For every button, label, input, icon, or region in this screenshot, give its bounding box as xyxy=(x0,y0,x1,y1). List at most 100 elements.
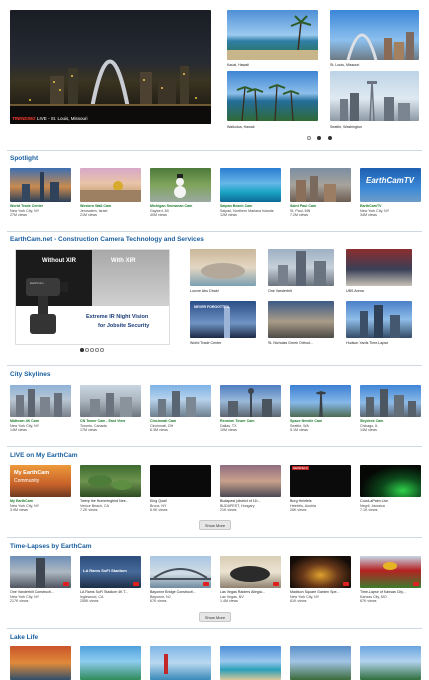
spotlight-thumb[interactable]: EarthCamTV xyxy=(360,168,421,202)
spotlight-thumb[interactable] xyxy=(80,168,141,202)
live-thumb[interactable]: My EarthCam Community xyxy=(10,465,71,497)
heinfels-label: HEINFELS xyxy=(292,466,309,470)
construction-label: St. Nicholas Greek Orthod... xyxy=(268,341,313,345)
promo-dot[interactable] xyxy=(95,348,99,352)
hero-thumb-label: St. Louis, Missouri xyxy=(330,63,360,67)
lake-thumb[interactable] xyxy=(80,646,141,680)
timelapse-caption: One Vanderbilt Constructi... New York Cit… xyxy=(10,590,54,604)
section-title[interactable]: Time-Lapses by EarthCam xyxy=(10,543,92,550)
construction-label: One Vanderbilt xyxy=(268,289,292,293)
dome-graphic xyxy=(201,263,245,279)
skyline-caption: Midtown 4K Cam New York City, NY 14M views xyxy=(10,419,40,433)
skyline-caption: Space Needle Cam Seattle, WA 5.1M views xyxy=(290,419,323,433)
construction-thumb[interactable] xyxy=(190,249,256,286)
carousel-dot[interactable] xyxy=(328,136,332,140)
spotlight-thumb[interactable] xyxy=(10,168,71,202)
promo-line1: Extreme IR Night Vision xyxy=(86,314,149,320)
skyline-thumb[interactable] xyxy=(220,385,281,417)
hero-thumb-waikoloa[interactable] xyxy=(227,71,318,121)
lake-thumb[interactable] xyxy=(10,646,71,680)
construction-thumb[interactable] xyxy=(346,301,412,338)
skyline-thumb[interactable] xyxy=(290,385,351,417)
timelapse-thumb[interactable] xyxy=(10,556,71,588)
xir-promo-banner[interactable]: Without XIR With XIR EarthCam Extreme IR… xyxy=(15,249,170,345)
construction-thumb[interactable] xyxy=(268,301,334,338)
spotlight-thumb[interactable] xyxy=(150,168,211,202)
hero-thumb-label: Kauai, Hawaii xyxy=(227,63,249,67)
community-text: Community xyxy=(14,478,40,484)
chiefs-logo-graphic xyxy=(383,562,397,570)
live-thumb[interactable] xyxy=(220,465,281,497)
timelapse-thumb[interactable] xyxy=(150,556,211,588)
skyline-thumb[interactable] xyxy=(150,385,211,417)
bridge-graphic xyxy=(150,568,211,580)
live-caption: Burg Heinfels Heinfels, Austria 26K views xyxy=(290,499,316,513)
skyline-thumb[interactable] xyxy=(360,385,421,417)
construction-thumb[interactable] xyxy=(346,249,412,286)
youtube-icon xyxy=(133,582,139,586)
hero-thumb-stlouis[interactable] xyxy=(330,10,419,60)
youtube-icon xyxy=(343,582,349,586)
hero-video[interactable]: TRENDING LIVE - St. Louis, Missouri xyxy=(10,10,211,124)
hero-thumb-seattle[interactable] xyxy=(330,71,419,121)
skyline-thumb[interactable] xyxy=(10,385,71,417)
section-title[interactable]: Spotlight xyxy=(10,155,38,162)
skyline-thumb[interactable] xyxy=(80,385,141,417)
hero-thumb-kauai[interactable] xyxy=(227,10,318,60)
palm-scene xyxy=(227,15,318,60)
page: TRENDING LIVE - St. Louis, Missouri Kaua… xyxy=(0,0,429,680)
live-thumb[interactable]: HEINFELS xyxy=(290,465,351,497)
show-more-button[interactable]: Show More xyxy=(199,520,231,530)
section-title[interactable]: City Skylines xyxy=(10,371,50,378)
live-caption: My EarthCam New York City, NY 3.9M views xyxy=(10,499,40,513)
youtube-icon xyxy=(273,582,279,586)
spotlight-caption: Saipan Beach Cam Saipan, Northern Mariana… xyxy=(220,204,274,218)
divider xyxy=(7,446,422,447)
section-title[interactable]: LIVE on My EarthCam xyxy=(10,452,78,459)
promo-dot[interactable] xyxy=(90,348,94,352)
hero-thumb-label: Seattle, Washington xyxy=(330,125,363,129)
show-more-button[interactable]: Show More xyxy=(199,612,231,622)
tower-graphic xyxy=(278,251,326,286)
timelapse-thumb[interactable]: LA Rams SoFi Stadium xyxy=(80,556,141,588)
live-thumb[interactable] xyxy=(150,465,211,497)
lake-thumb[interactable] xyxy=(150,646,211,680)
lake-thumb[interactable] xyxy=(220,646,281,680)
promo-dot[interactable] xyxy=(85,348,89,352)
live-thumb[interactable] xyxy=(360,465,421,497)
trending-badge: TRENDING xyxy=(12,116,36,121)
timelapse-caption: Time-Lapse of Kansas City... Kansas City,… xyxy=(360,590,406,604)
carousel-dot[interactable] xyxy=(307,136,311,140)
never-forgotten-text: NEVER FORGOTTEN xyxy=(194,305,230,309)
construction-thumb[interactable]: NEVER FORGOTTEN xyxy=(190,301,256,338)
promo-dot[interactable] xyxy=(80,348,84,352)
promo-dot[interactable] xyxy=(100,348,104,352)
carousel-dot[interactable] xyxy=(317,136,321,140)
hero-scene xyxy=(10,59,211,124)
construction-thumb[interactable] xyxy=(268,249,334,286)
live-caption: King Quail Bronx, NY 6.9K views xyxy=(150,499,168,513)
spotlight-thumb[interactable] xyxy=(290,168,351,202)
sofi-title-text: LA Rams SoFi Stadium xyxy=(83,568,127,573)
live-thumb[interactable] xyxy=(80,465,141,497)
divider xyxy=(7,537,422,538)
section-title[interactable]: EarthCam.net - Construction Camera Techn… xyxy=(10,236,204,243)
jerusalem-graphic xyxy=(80,181,141,202)
spotlight-caption: Saint Paul Cam St. Paul, MN 7.2M views xyxy=(290,204,317,218)
timelapse-thumb[interactable] xyxy=(360,556,421,588)
lake-thumb[interactable] xyxy=(360,646,421,680)
timelapse-thumb[interactable] xyxy=(220,556,281,588)
lake-thumb[interactable] xyxy=(290,646,351,680)
promo-dots xyxy=(80,348,110,353)
spotlight-thumb[interactable] xyxy=(220,168,281,202)
tower-graphic xyxy=(36,558,45,588)
stadium-graphic xyxy=(230,566,270,582)
hero-caption: LIVE - St. Louis, Missouri xyxy=(37,116,88,121)
divider xyxy=(7,231,422,232)
construction-label: Louvre Abu Dhabi xyxy=(190,289,219,293)
skyline-graphic xyxy=(22,172,59,202)
timelapse-thumb[interactable] xyxy=(290,556,351,588)
section-title[interactable]: Lake Life xyxy=(10,634,38,641)
live-caption: CocoLaPalm Live Negril, Jamaica 7.1K views xyxy=(360,499,389,513)
timelapse-caption: Madison Square Garden Spe... New York Cit… xyxy=(290,590,340,604)
